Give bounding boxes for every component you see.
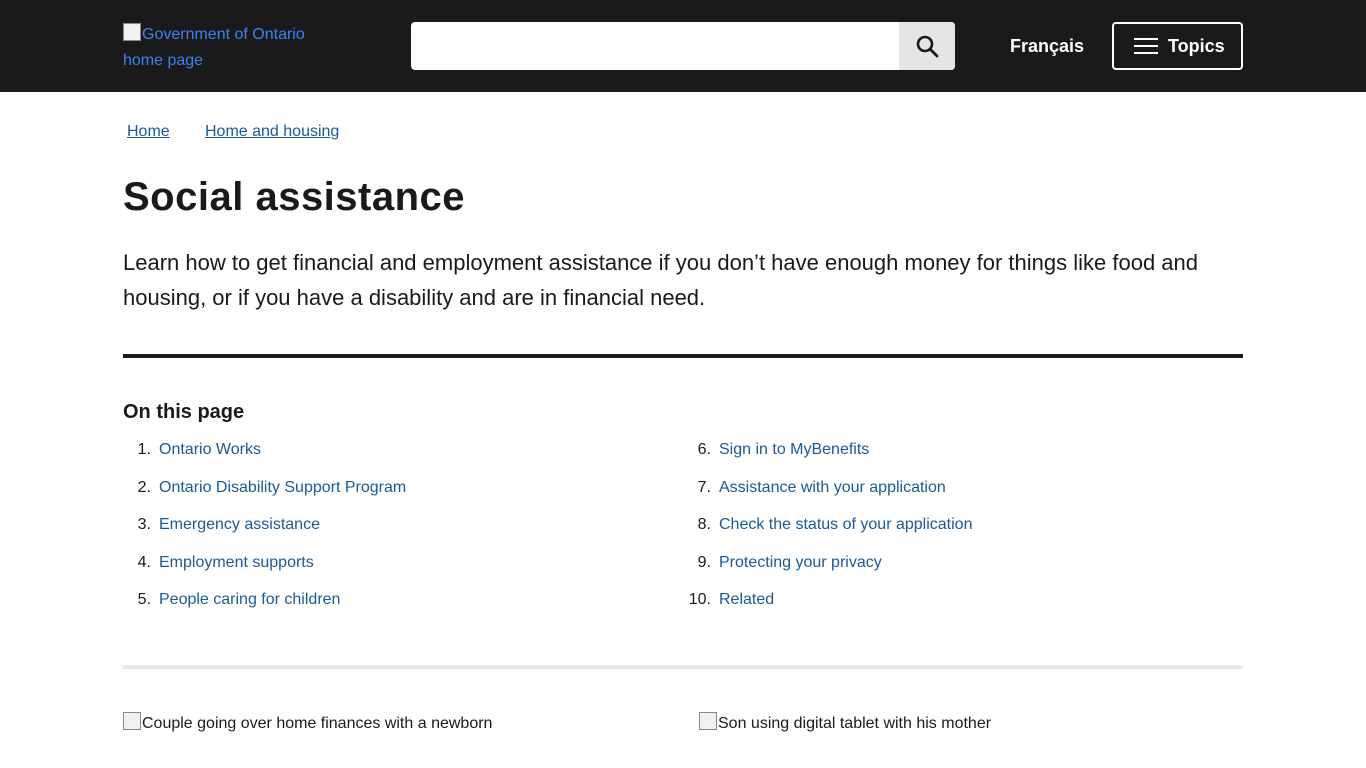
toc-number: 10. [688,591,711,609]
broken-image-icon [123,712,141,730]
toc-item: 2. Ontario Disability Support Program [123,478,643,516]
tablet-image: Son using digital tablet with his mother [699,712,991,734]
toc-number: 8. [697,516,711,534]
toc-item: 4. Employment supports [123,553,643,591]
toc-link-ontario-works[interactable]: Ontario Works [159,440,261,460]
search-form [411,22,955,70]
toc-number: 4. [137,553,151,571]
toc-item: 8. Check the status of your application [683,515,1203,553]
toc-link-emergency-assistance[interactable]: Emergency assistance [159,515,320,535]
breadcrumb-home[interactable]: Home [127,123,170,140]
search-input[interactable] [411,22,898,70]
logo-alt-text: Government of Ontario home page [123,26,305,69]
toc-column-left: 1. Ontario Works 2. Ontario Disability S… [123,440,643,628]
page-lead: Learn how to get financial and employmen… [123,250,1199,310]
finances-image: Couple going over home finances with a n… [123,712,492,734]
section-divider [123,354,1243,358]
toc-number: 2. [137,478,151,496]
breadcrumb: Home Home and housing [127,121,339,143]
toc-link-privacy[interactable]: Protecting your privacy [719,553,882,573]
breadcrumb-home-and-housing[interactable]: Home and housing [205,121,339,143]
toc-link-employment-supports[interactable]: Employment supports [159,553,314,573]
page-title: Social assistance [123,175,466,219]
topics-menu-button[interactable]: Topics [1112,22,1243,70]
toc-item: 9. Protecting your privacy [683,553,1203,591]
toc-item: 3. Emergency assistance [123,515,643,553]
toc-number: 1. [137,441,151,458]
language-toggle-link[interactable]: Français [1010,34,1084,58]
on-this-page-heading: On this page [123,401,245,423]
toc-link-people-caring-for-children[interactable]: People caring for children [159,590,340,610]
toc-item: 10. Related [683,590,1203,628]
menu-icon [1134,38,1158,54]
image-alt-text: Son using digital tablet with his mother [718,715,992,732]
toc-number: 7. [697,478,711,496]
topics-label: Topics [1168,35,1225,56]
toc-item: 1. Ontario Works [123,440,643,478]
toc-link-odsp[interactable]: Ontario Disability Support Program [159,478,406,498]
site-header: Government of Ontario home page Français… [0,0,1366,92]
toc-number: 9. [697,553,711,571]
toc-link-related[interactable]: Related [719,590,774,610]
content-divider [123,665,1243,669]
image-alt-text: Couple going over home finances with a n… [142,715,493,732]
toc-link-application-assistance[interactable]: Assistance with your application [719,478,946,498]
toc-item: 5. People caring for children [123,590,643,628]
toc-link-mybenefits[interactable]: Sign in to MyBenefits [719,440,869,460]
toc-column-right: 6. Sign in to MyBenefits 7. Assistance w… [683,440,1203,628]
broken-image-icon [699,712,717,730]
toc-item: 6. Sign in to MyBenefits [683,440,1203,478]
search-icon [916,35,939,58]
ontario-logo-link[interactable]: Government of Ontario home page [123,22,323,74]
toc-item: 7. Assistance with your application [683,478,1203,516]
toc-number: 6. [697,441,711,458]
search-button[interactable] [899,22,955,70]
broken-image-icon [123,23,141,41]
toc-number: 3. [137,516,151,534]
toc-number: 5. [137,591,151,609]
toc-link-check-status[interactable]: Check the status of your application [719,515,972,535]
